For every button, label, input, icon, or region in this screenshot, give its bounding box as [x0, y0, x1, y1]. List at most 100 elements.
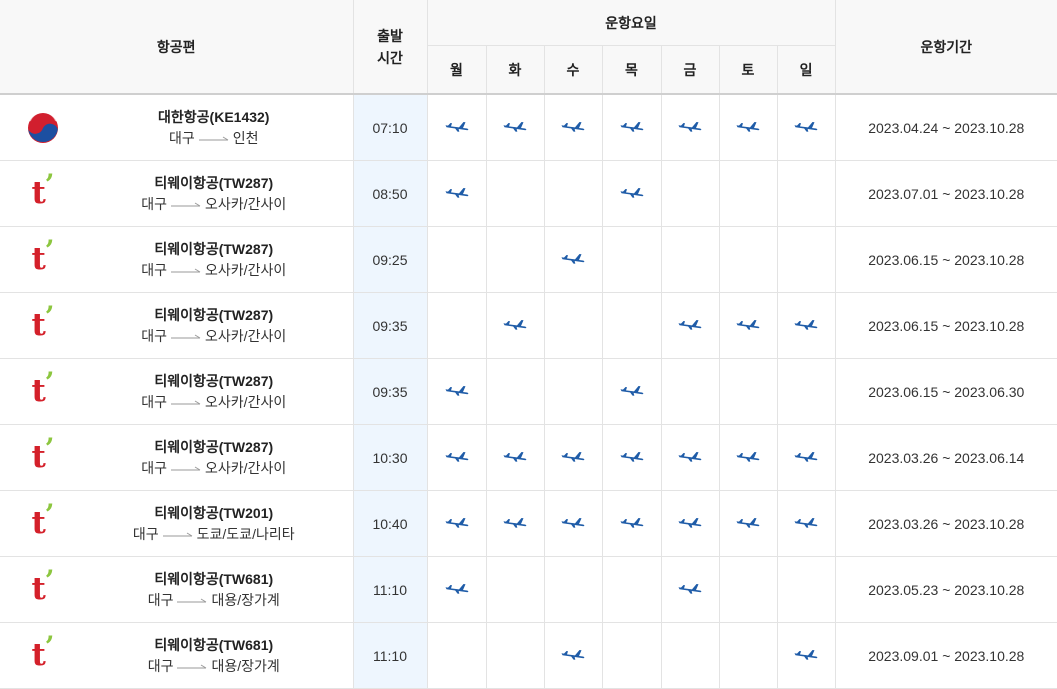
airline-name: 티웨이항공(TW681)	[154, 570, 274, 587]
day-cell-sat	[718, 490, 778, 557]
day-cell-wed	[543, 490, 603, 557]
route-arrow-icon	[177, 664, 207, 668]
route-from: 대구	[141, 261, 168, 278]
route-from: 대구	[132, 525, 159, 542]
route-to: 대용/장가계	[211, 657, 280, 674]
header-time-line1: 출발	[377, 27, 403, 44]
departure-time: 08:50	[352, 160, 428, 227]
airplane-icon	[678, 320, 702, 330]
airplane-icon	[561, 650, 585, 660]
route-arrow-icon	[171, 334, 201, 338]
airplane-icon	[620, 188, 643, 198]
day-cell-sun	[776, 93, 836, 161]
flight-cell: t’ 티웨이항공(TW287) 대구 오사카/간사이	[0, 226, 354, 293]
header-day-sun: 일	[776, 45, 836, 95]
flight-schedule-table: 항공편 출발 시간 운항요일 운항기간 월 화 수 목 금 토 일 대한항공(K…	[0, 0, 1057, 689]
flight-cell: t’ 티웨이항공(TW681) 대구 대용/장가계	[0, 556, 354, 623]
day-cell-fri	[660, 160, 720, 227]
route-to: 대용/장가계	[211, 591, 280, 608]
airline-name: 티웨이항공(TW287)	[154, 438, 274, 455]
route: 대구 오사카/간사이	[75, 260, 353, 281]
airplane-icon	[503, 320, 527, 330]
route-arrow-icon	[177, 598, 207, 602]
airplane-icon	[794, 122, 818, 132]
route-to: 인천	[232, 129, 259, 146]
day-cell-mon	[426, 424, 487, 491]
day-cell-fri	[660, 490, 720, 557]
day-cell-sun	[776, 160, 836, 227]
day-cell-sun	[776, 226, 836, 293]
day-cell-sun	[776, 424, 836, 491]
departure-time: 09:25	[352, 226, 428, 293]
table-row: t’ 티웨이항공(TW201) 대구 도쿄/도쿄/나리타 10:40 2023.0…	[0, 490, 1057, 557]
flight-info: 티웨이항공(TW681) 대구 대용/장가계	[75, 569, 353, 611]
header-day-tue: 화	[485, 45, 545, 95]
day-cell-fri	[660, 93, 720, 161]
route: 대구 도쿄/도쿄/나리타	[75, 524, 353, 545]
day-cell-sat	[718, 160, 778, 227]
airplane-icon	[794, 320, 818, 330]
header-day-mon: 월	[427, 45, 487, 95]
airplane-icon	[620, 518, 643, 528]
departure-time: 11:10	[352, 556, 428, 623]
day-cell-wed	[543, 93, 603, 161]
flight-info: 티웨이항공(TW287) 대구 오사카/간사이	[75, 371, 353, 413]
route-arrow-icon	[171, 400, 201, 404]
day-cell-mon	[426, 292, 487, 359]
day-cell-wed	[543, 556, 603, 623]
airplane-icon	[678, 452, 702, 462]
airline-name: 티웨이항공(TW287)	[154, 372, 274, 389]
operating-period: 2023.05.23 ~ 2023.10.28	[834, 556, 1057, 623]
airplane-icon	[620, 386, 643, 396]
day-cell-sun	[776, 292, 836, 359]
tway-logo: t’	[31, 299, 55, 343]
day-cell-mon	[426, 490, 487, 557]
airplane-icon	[620, 122, 643, 132]
airplane-icon	[503, 122, 527, 132]
departure-time: 11:10	[352, 622, 428, 689]
airplane-icon	[503, 518, 527, 528]
airplane-icon	[445, 386, 468, 396]
day-cell-tue	[485, 490, 545, 557]
route-from: 대구	[168, 129, 195, 146]
route-arrow-icon	[171, 466, 201, 470]
day-cell-fri	[660, 358, 720, 425]
operating-period: 2023.03.26 ~ 2023.10.28	[834, 490, 1057, 557]
day-cell-sun	[776, 358, 836, 425]
day-cell-thu	[601, 622, 662, 689]
route-to: 오사카/간사이	[205, 327, 287, 344]
header-operating-period: 운항기간	[834, 0, 1057, 95]
table-row: t’ 티웨이항공(TW681) 대구 대용/장가계 11:10 2023.09.0…	[0, 622, 1057, 689]
table-row: t’ 티웨이항공(TW681) 대구 대용/장가계 11:10 2023.05.2…	[0, 556, 1057, 623]
day-cell-mon	[426, 226, 487, 293]
day-cell-thu	[601, 424, 662, 491]
day-cell-tue	[485, 622, 545, 689]
airline-name: 티웨이항공(TW287)	[154, 174, 274, 191]
day-cell-wed	[543, 226, 603, 293]
header-day-fri: 금	[660, 45, 720, 95]
day-cell-sat	[718, 622, 778, 689]
day-cell-fri	[660, 622, 720, 689]
route-arrow-icon	[198, 136, 229, 140]
flight-info: 티웨이항공(TW287) 대구 오사카/간사이	[75, 437, 353, 479]
airline-name: 티웨이항공(TW287)	[154, 240, 274, 257]
tway-logo: t’	[31, 563, 55, 607]
day-cell-sun	[776, 490, 836, 557]
day-cell-mon	[426, 93, 487, 161]
route: 대구 오사카/간사이	[75, 458, 353, 479]
day-cell-wed	[543, 358, 603, 425]
airplane-icon	[561, 254, 585, 264]
route-to: 오사카/간사이	[205, 195, 287, 212]
day-cell-mon	[426, 556, 487, 623]
korean-air-logo	[27, 111, 59, 144]
airplane-icon	[794, 650, 818, 660]
route-from: 대구	[141, 459, 168, 476]
day-cell-fri	[660, 292, 720, 359]
day-cell-tue	[485, 292, 545, 359]
day-cell-thu	[601, 292, 662, 359]
table-row: t’ 티웨이항공(TW287) 대구 오사카/간사이 09:25 2023.06.…	[0, 226, 1057, 293]
airplane-icon	[561, 452, 585, 462]
route: 대구 오사카/간사이	[75, 326, 353, 347]
table-row: t’ 티웨이항공(TW287) 대구 오사카/간사이 09:35 2023.06.…	[0, 358, 1057, 425]
header-day-thu: 목	[601, 45, 662, 95]
